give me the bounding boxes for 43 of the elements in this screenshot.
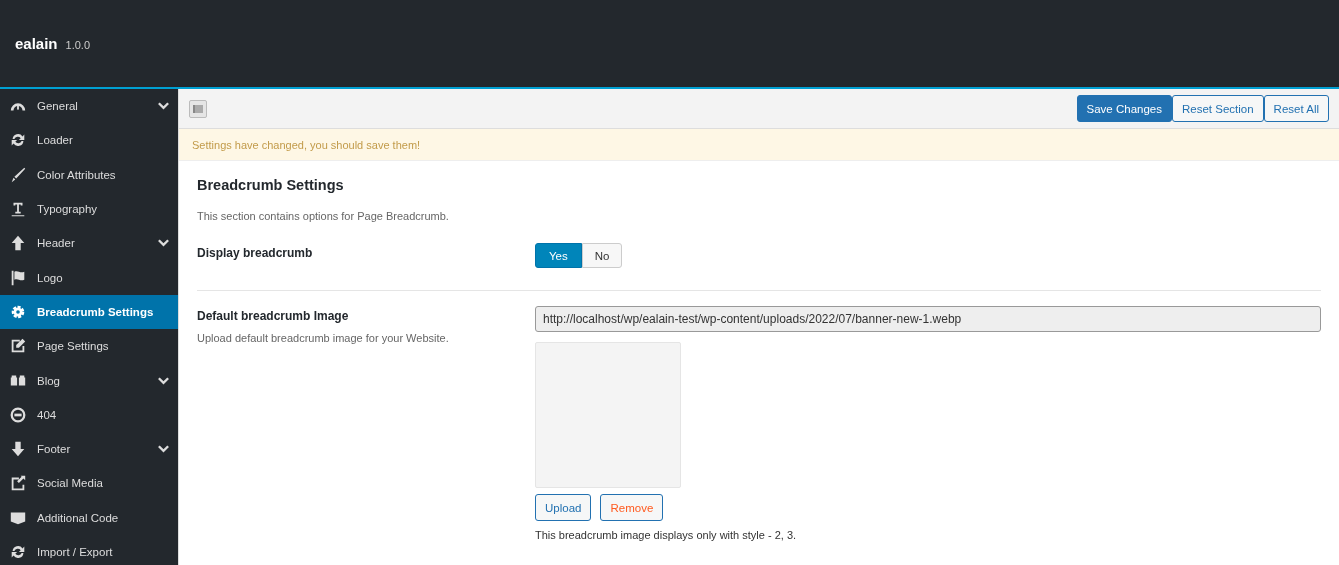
sidebar-item[interactable]: Breadcrumb Settings bbox=[0, 294, 178, 330]
sidebar-item[interactable]: Import / Export bbox=[0, 534, 178, 565]
sidebar-item[interactable]: Social Media bbox=[0, 466, 178, 501]
sidebar-item[interactable]: Blog bbox=[0, 363, 178, 398]
save-button[interactable]: Save Changes bbox=[1076, 95, 1172, 122]
section-description: This section contains options for Page Breadcrumb. bbox=[197, 210, 450, 222]
brush-icon bbox=[9, 165, 27, 184]
section-title: Breadcrumb Settings bbox=[197, 177, 345, 193]
notice-banner: Settings have changed, you should save them! bbox=[179, 129, 1339, 161]
share-icon bbox=[9, 474, 27, 493]
chevron-down-icon bbox=[157, 101, 170, 112]
app-title: ealain bbox=[15, 35, 58, 52]
refresh-icon bbox=[9, 543, 27, 561]
sidebar-item[interactable]: Header bbox=[0, 226, 178, 261]
toggle-option[interactable]: No bbox=[581, 243, 623, 268]
chevron-down-icon bbox=[157, 375, 170, 386]
toggle-option[interactable]: Yes bbox=[535, 243, 582, 268]
flag-icon bbox=[9, 268, 27, 287]
sidebar-item[interactable]: Typography bbox=[0, 191, 178, 227]
field-note: This breadcrumb image displays only with style - 2, 3. bbox=[535, 529, 798, 541]
upload-button[interactable]: Upload bbox=[535, 494, 592, 521]
sidebar-item[interactable]: Logo bbox=[0, 260, 178, 295]
minus-circle-icon bbox=[9, 405, 27, 424]
reset-button[interactable]: Reset Section bbox=[1172, 95, 1264, 122]
url-field[interactable]: http://localhost/wp/ealain-test/wp-content/uploads/2022/07/banner-new-1.webp bbox=[535, 306, 1321, 332]
version-label: 1.0.0 bbox=[65, 38, 90, 51]
sidebar-item[interactable]: Loader bbox=[0, 123, 178, 158]
chevron-down-icon bbox=[157, 444, 170, 455]
arrow-down-icon bbox=[9, 440, 27, 459]
sidebar-item[interactable]: Additional Code bbox=[0, 500, 178, 535]
sidebar-item[interactable]: Footer bbox=[0, 431, 178, 467]
field-description: Upload default breadcrumb image for your Website. bbox=[197, 332, 450, 344]
expand-toggle-icon[interactable] bbox=[189, 99, 207, 118]
sidebar-item[interactable]: Page Settings bbox=[0, 329, 178, 364]
arrow-up-icon bbox=[9, 234, 27, 253]
chevron-down-icon bbox=[157, 238, 170, 249]
field-label: Default breadcrumb Image bbox=[197, 309, 350, 323]
reset-button[interactable]: Reset All bbox=[1263, 95, 1329, 122]
text-icon bbox=[9, 200, 27, 219]
sidebar-item[interactable]: Color Attributes bbox=[0, 157, 178, 192]
field-label: Display breadcrumb bbox=[197, 246, 314, 260]
sidebar-item[interactable]: General bbox=[0, 89, 178, 124]
sidebar-item[interactable]: 404 bbox=[0, 397, 178, 432]
